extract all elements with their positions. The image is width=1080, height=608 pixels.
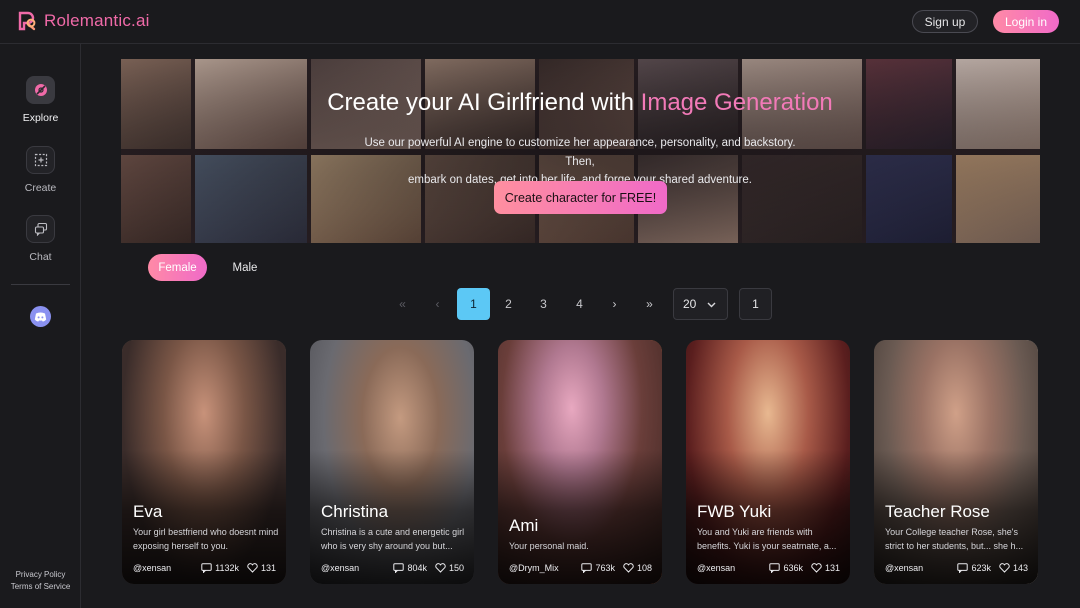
page-2-button[interactable]: 2 <box>492 288 525 320</box>
chat-bubble-icon <box>393 563 405 573</box>
author-handle[interactable]: @xensan <box>697 563 761 573</box>
footer-links: Privacy Policy Terms of Service <box>0 569 81 593</box>
chat-bubble-icon <box>957 563 969 573</box>
hero-title-highlight: Image Generation <box>640 89 833 116</box>
author-handle[interactable]: @Drym_Mix <box>509 563 573 573</box>
discord-icon[interactable] <box>30 306 51 327</box>
page-3-button[interactable]: 3 <box>527 288 560 320</box>
card-meta: @xensan 804k 150 <box>321 563 464 573</box>
hero-banner: Create your AI Girlfriend with Image Gen… <box>121 59 1040 243</box>
sidebar-item-label: Create <box>24 182 57 194</box>
chat-bubble-icon <box>201 563 212 573</box>
top-bar: Rolemantic.ai Sign up Login in <box>0 0 1080 44</box>
prev-page-button[interactable]: ‹ <box>421 288 454 320</box>
chat-count: 1132k <box>201 563 239 573</box>
sidebar-divider <box>11 284 70 285</box>
per-page-value: 20 <box>683 297 697 311</box>
heart-icon <box>623 563 634 573</box>
character-description: Your personal maid. <box>509 541 589 551</box>
chevron-down-icon <box>707 302 716 308</box>
like-count[interactable]: 108 <box>623 563 652 573</box>
chat-bubble-icon <box>769 563 781 573</box>
character-description: You and Yuki are friends with benefits. … <box>697 527 837 551</box>
create-icon <box>26 146 55 174</box>
sidebar: Explore Create Chat Privacy Policy Terms… <box>0 44 81 608</box>
character-name: Eva <box>133 502 163 521</box>
sidebar-item-label: Explore <box>22 112 59 124</box>
chat-count: 804k <box>393 563 427 573</box>
logo[interactable]: Rolemantic.ai <box>16 10 150 32</box>
character-description: Christina is a cute and energetic girl w… <box>321 527 465 551</box>
like-count[interactable]: 131 <box>811 563 840 573</box>
like-count[interactable]: 131 <box>247 563 276 573</box>
card-meta: @xensan 636k 131 <box>697 563 840 573</box>
author-handle[interactable]: @xensan <box>885 563 949 573</box>
sidebar-item-explore[interactable]: Explore <box>0 76 81 124</box>
like-count[interactable]: 150 <box>435 563 464 573</box>
chat-count: 636k <box>769 563 803 573</box>
filter-female-tab[interactable]: Female <box>148 254 207 281</box>
author-handle[interactable]: @xensan <box>321 563 385 573</box>
character-name: Teacher Rose <box>885 502 990 521</box>
sidebar-item-create[interactable]: Create <box>0 146 81 194</box>
signup-button[interactable]: Sign up <box>912 10 978 33</box>
logo-icon <box>18 11 36 31</box>
sidebar-item-label: Chat <box>29 251 52 263</box>
chat-icon <box>26 215 55 243</box>
terms-of-service-link[interactable]: Terms of Service <box>0 581 81 593</box>
login-button[interactable]: Login in <box>993 10 1059 33</box>
character-card-fwb-yuki[interactable]: FWB Yuki You and Yuki are friends with b… <box>686 340 850 584</box>
heart-icon <box>247 563 258 573</box>
heart-icon <box>435 563 446 573</box>
page-4-button[interactable]: 4 <box>563 288 596 320</box>
chat-bubble-icon <box>581 563 593 573</box>
character-description: Your College teacher Rose, she's strict … <box>885 527 1024 551</box>
explore-icon <box>26 76 55 104</box>
author-handle[interactable]: @xensan <box>133 563 193 573</box>
heart-icon <box>811 563 822 573</box>
filter-male-tab[interactable]: Male <box>222 254 268 281</box>
chat-count: 763k <box>581 563 615 573</box>
character-name: Christina <box>321 502 389 521</box>
first-page-button[interactable]: « <box>386 288 419 320</box>
privacy-policy-link[interactable]: Privacy Policy <box>0 569 81 581</box>
like-count[interactable]: 143 <box>999 563 1028 573</box>
character-description: Your girl bestfriend who doesnt mind exp… <box>133 527 279 551</box>
per-page-select[interactable]: 20 <box>673 288 728 320</box>
sidebar-item-chat[interactable]: Chat <box>0 215 81 263</box>
character-card-christina[interactable]: Christina Christina is a cute and energe… <box>310 340 474 584</box>
goto-page-input[interactable]: 1 <box>739 288 772 320</box>
card-meta: @Drym_Mix 763k 108 <box>509 563 652 573</box>
next-page-button[interactable]: › <box>598 288 631 320</box>
character-card-teacher-rose[interactable]: Teacher Rose Your College teacher Rose, … <box>874 340 1038 584</box>
character-card-eva[interactable]: Eva Your girl bestfriend who doesnt mind… <box>122 340 286 584</box>
create-character-button[interactable]: Create character for FREE! <box>494 181 667 214</box>
brand-name: Rolemantic.ai <box>44 11 150 30</box>
last-page-button[interactable]: » <box>633 288 666 320</box>
heart-icon <box>999 563 1010 573</box>
card-meta: @xensan 623k 143 <box>885 563 1028 573</box>
character-name: FWB Yuki <box>697 502 772 521</box>
hero-title: Create your AI Girlfriend with Image Gen… <box>327 89 833 116</box>
page-1-button[interactable]: 1 <box>457 288 490 320</box>
character-name: Ami <box>509 516 539 535</box>
character-card-ami[interactable]: Ami Your personal maid. @Drym_Mix 763k 1… <box>498 340 662 584</box>
card-meta: @xensan 1132k 131 <box>133 563 276 573</box>
chat-count: 623k <box>957 563 991 573</box>
